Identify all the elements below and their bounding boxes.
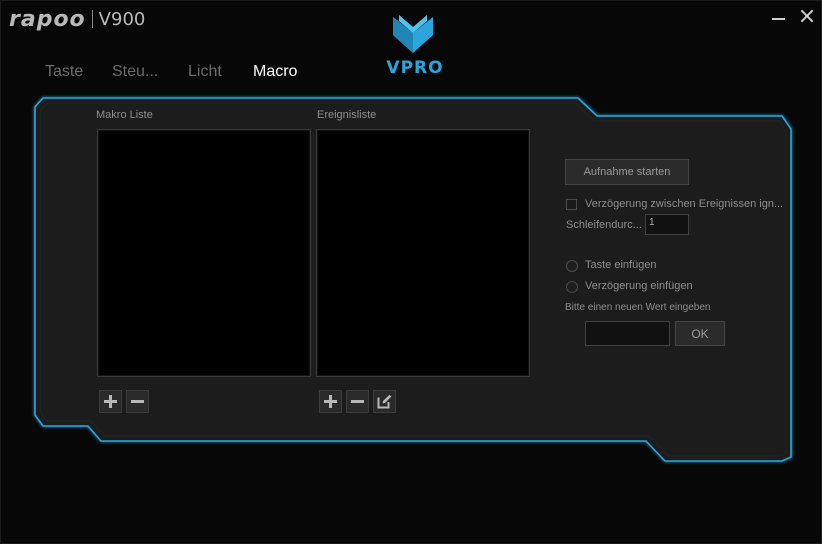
remove-event-button[interactable] xyxy=(346,390,369,413)
insert-delay-label: Verzögerung einfügen xyxy=(585,280,693,292)
plus-icon xyxy=(104,395,117,408)
plus-icon xyxy=(324,395,337,408)
ok-button[interactable]: OK xyxy=(675,321,725,346)
app-window: rapoo V900 Taste Steu... Licht Macro VPR… xyxy=(0,0,822,544)
edit-event-button[interactable] xyxy=(373,390,396,413)
ignore-delay-checkbox[interactable] xyxy=(566,199,577,210)
minus-icon xyxy=(131,395,144,408)
ignore-delay-label: Verzögerung zwischen Ereignissen ign... xyxy=(585,198,784,210)
add-event-button[interactable] xyxy=(319,390,342,413)
edit-icon xyxy=(377,394,392,409)
new-value-label: Bitte einen neuen Wert eingeben xyxy=(565,302,711,313)
insert-key-label: Taste einfügen xyxy=(585,259,657,271)
insert-key-radio[interactable] xyxy=(566,260,578,272)
add-macro-button[interactable] xyxy=(99,390,122,413)
macro-list[interactable] xyxy=(97,129,311,377)
record-button[interactable]: Aufnahme starten xyxy=(565,159,689,185)
makro-list-label: Makro Liste xyxy=(96,109,153,121)
event-list[interactable] xyxy=(316,129,530,377)
minus-icon xyxy=(351,395,364,408)
new-value-input[interactable] xyxy=(585,321,670,346)
remove-macro-button[interactable] xyxy=(126,390,149,413)
event-list-label: Ereignisliste xyxy=(317,109,377,121)
loop-count-input[interactable]: 1 xyxy=(645,214,689,235)
insert-delay-radio[interactable] xyxy=(566,281,578,293)
loop-count-label: Schleifendurc... xyxy=(566,219,642,231)
